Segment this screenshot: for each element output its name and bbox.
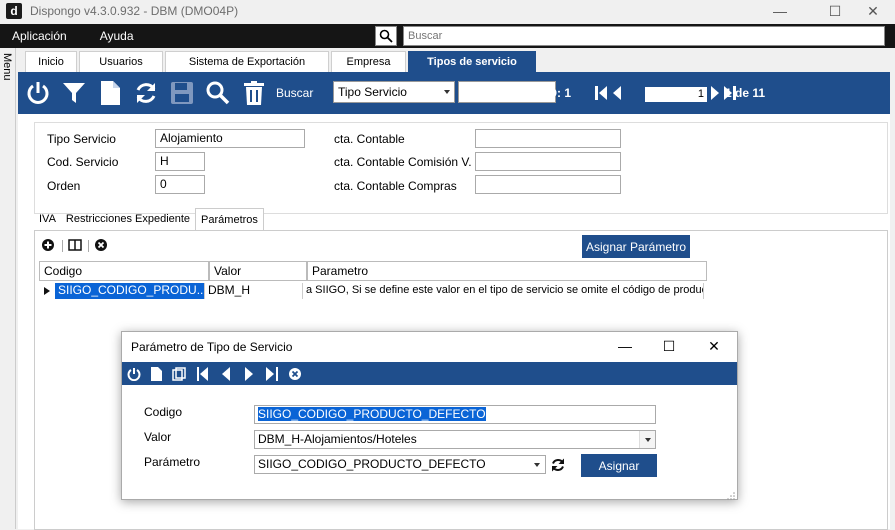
new-document-icon[interactable] (96, 79, 124, 107)
cell-codigo[interactable]: SIIGO_CODIGO_PRODU... (55, 283, 205, 299)
window-title: Dispongo v4.3.0.932 - DBM (DMO04P) (30, 4, 239, 18)
next-record-icon[interactable] (709, 79, 721, 107)
first-record-icon[interactable] (195, 366, 210, 381)
grid-toolbar (35, 237, 107, 255)
cell-parametro[interactable]: a SIIGO, Si se define este valor en el t… (303, 283, 704, 299)
cta-contable-compras-label: cta. Contable Compras (334, 179, 457, 193)
close-icon[interactable]: ✕ (850, 0, 895, 22)
dialog-maximize-icon[interactable]: ☐ (654, 335, 684, 357)
trash-icon[interactable] (240, 79, 268, 107)
refresh-icon[interactable] (550, 457, 566, 473)
previous-record-icon[interactable] (218, 366, 233, 381)
power-icon[interactable] (24, 79, 52, 107)
tipo-servicio-label: Tipo Servicio (47, 132, 116, 146)
tab-parametros[interactable]: Parámetros (195, 208, 264, 230)
next-record-icon[interactable] (241, 366, 256, 381)
dialog-valor-label: Valor (144, 430, 172, 444)
tab-sistema-exportacion[interactable]: Sistema de Exportación (165, 51, 329, 72)
global-search (375, 26, 885, 46)
first-record-icon[interactable] (594, 79, 608, 107)
dialog-parametro-select[interactable]: SIIGO_CODIGO_PRODUCTO_DEFECTO (254, 455, 546, 474)
app-logo: d (6, 3, 22, 19)
orden-field[interactable]: 0 (155, 175, 205, 194)
assign-parameter-button[interactable]: Asignar Parámetro (582, 235, 690, 258)
column-header-parametro[interactable]: Parametro (307, 261, 707, 281)
resize-grip-icon[interactable] (727, 489, 735, 500)
search-value-input[interactable] (458, 81, 556, 103)
search-label: Buscar (276, 86, 314, 100)
toolbar: Buscar Tipo Servicio ID: 1 1 1 de 11 (18, 72, 890, 114)
cta-contable-comision-label: cta. Contable Comisión V. (334, 155, 472, 169)
record-id: ID: 1 (545, 86, 572, 100)
dialog-assign-button[interactable]: Asignar (581, 454, 657, 477)
side-menu-label: Menu (1, 53, 13, 81)
previous-record-icon[interactable] (611, 79, 623, 107)
tab-empresa[interactable]: Empresa (331, 51, 406, 72)
chevron-down-icon (444, 90, 450, 94)
tab-restricciones-expediente[interactable]: Restricciones Expediente (61, 208, 195, 230)
dialog-parametro-label: Parámetro (144, 455, 201, 469)
main-tabs: Inicio Usuarios Sistema de Exportación E… (25, 51, 538, 72)
page-input[interactable]: 1 (645, 87, 707, 102)
tab-iva[interactable]: IVA (34, 208, 61, 230)
search-icon[interactable] (204, 79, 232, 107)
cell-valor[interactable]: DBM_H (205, 283, 303, 299)
save-icon[interactable] (168, 79, 196, 107)
dialog-parametro-value: SIIGO_CODIGO_PRODUCTO_DEFECTO (258, 457, 486, 471)
copy-icon[interactable] (171, 366, 186, 381)
dialog-valor-value: DBM_H-Alojamientos/Hoteles (258, 432, 417, 446)
column-header-valor[interactable]: Valor (209, 261, 307, 281)
grid-header: Codigo Valor Parametro (39, 261, 707, 281)
cta-contable-field[interactable] (475, 129, 621, 148)
table-row[interactable]: SIIGO_CODIGO_PRODU... DBM_H a SIIGO, Si … (39, 283, 704, 299)
dialog-title: Parámetro de Tipo de Servicio (131, 340, 293, 354)
tipo-servicio-field[interactable]: Alojamiento (155, 129, 305, 148)
minimize-icon[interactable]: — (757, 0, 803, 22)
delete-icon[interactable] (287, 366, 302, 381)
dialog-valor-select[interactable]: DBM_H-Alojamientos/Hoteles (254, 430, 656, 449)
add-icon[interactable] (42, 238, 54, 254)
tab-tipos-servicio[interactable]: Tipos de servicio (408, 51, 536, 72)
search-by-value: Tipo Servicio (338, 85, 407, 99)
tab-inicio[interactable]: Inicio (25, 51, 77, 72)
sub-tabs: IVA Restricciones Expediente Parámetros (34, 208, 264, 230)
toolbar-divider (62, 240, 63, 252)
search-icon[interactable] (375, 26, 397, 46)
dialog-codigo-field[interactable]: SIIGO_CODIGO_PRODUCTO_DEFECTO (254, 405, 656, 424)
dialog-codigo-value: SIIGO_CODIGO_PRODUCTO_DEFECTO (258, 407, 486, 421)
refresh-icon[interactable] (132, 79, 160, 107)
columns-icon[interactable] (68, 238, 82, 254)
side-menu[interactable]: Menu (0, 48, 16, 529)
dialog-minimize-icon[interactable]: — (610, 335, 640, 357)
filter-icon[interactable] (60, 79, 88, 107)
last-record-icon[interactable] (264, 366, 279, 381)
row-pointer-icon (39, 283, 55, 299)
chevron-down-icon[interactable] (639, 431, 655, 448)
tab-usuarios[interactable]: Usuarios (79, 51, 163, 72)
dialog-close-icon[interactable]: ✕ (699, 335, 729, 357)
search-by-select[interactable]: Tipo Servicio (333, 81, 455, 103)
global-search-input[interactable] (403, 26, 885, 46)
cod-servicio-label: Cod. Servicio (47, 155, 119, 169)
dialog-toolbar (122, 362, 737, 385)
toolbar-divider (88, 240, 89, 252)
menu-aplicacion[interactable]: Aplicación (0, 29, 82, 43)
power-icon[interactable] (126, 366, 141, 381)
cta-contable-compras-field[interactable] (475, 175, 621, 194)
cod-servicio-field[interactable]: H (155, 152, 205, 171)
chevron-down-icon[interactable] (529, 456, 545, 473)
orden-label: Orden (47, 179, 81, 193)
column-header-codigo[interactable]: Codigo (39, 261, 209, 281)
service-form: Tipo Servicio Alojamiento Cod. Servicio … (34, 122, 888, 214)
title-bar: d Dispongo v4.3.0.932 - DBM (DMO04P) — ☐… (0, 0, 895, 22)
menu-ayuda[interactable]: Ayuda (82, 29, 149, 43)
new-document-icon[interactable] (148, 366, 163, 381)
parameter-dialog: Parámetro de Tipo de Servicio — ☐ ✕ Codi… (121, 331, 738, 500)
cta-contable-comision-field[interactable] (475, 152, 621, 171)
dialog-codigo-label: Codigo (144, 405, 183, 419)
cta-contable-label: cta. Contable (334, 132, 405, 146)
delete-icon[interactable] (95, 238, 107, 254)
page-count: 1 de 11 (725, 86, 766, 100)
